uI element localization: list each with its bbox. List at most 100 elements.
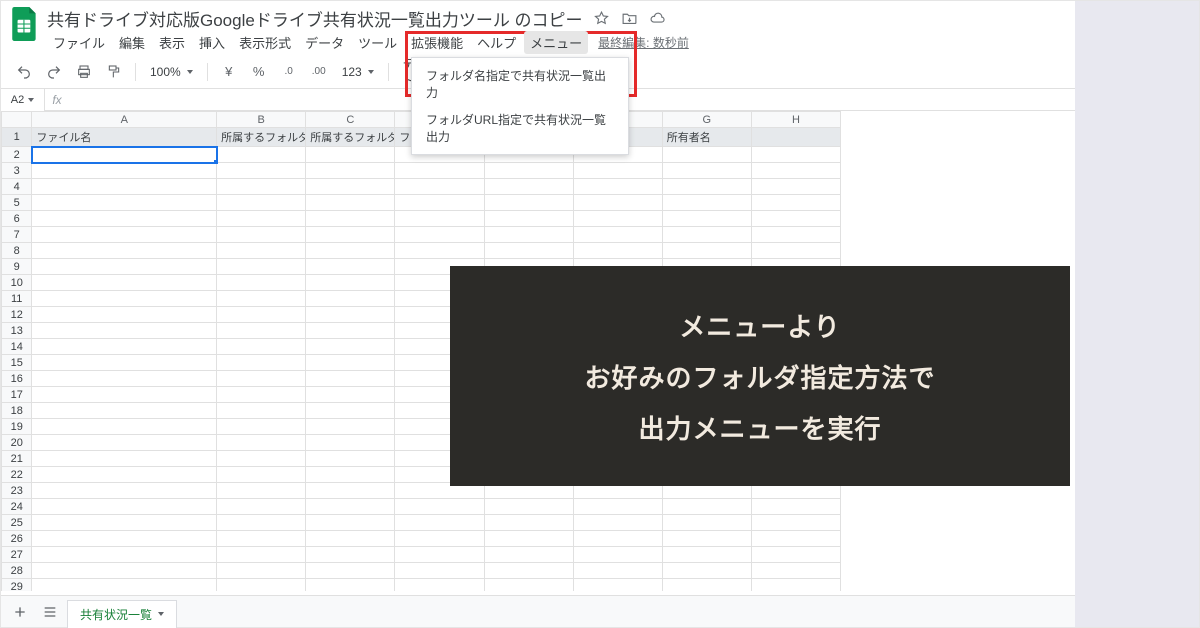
row-header[interactable]: 19 xyxy=(2,419,32,435)
cell[interactable] xyxy=(573,579,662,592)
menu-view[interactable]: 表示 xyxy=(153,31,191,54)
cell[interactable] xyxy=(573,563,662,579)
cell[interactable] xyxy=(662,515,751,531)
cell[interactable] xyxy=(306,275,395,291)
cell[interactable] xyxy=(751,531,840,547)
zoom-select[interactable]: 100% xyxy=(144,59,199,85)
cell[interactable] xyxy=(573,499,662,515)
cell[interactable] xyxy=(306,339,395,355)
cell[interactable] xyxy=(217,531,306,547)
cell[interactable] xyxy=(217,355,306,371)
cell[interactable] xyxy=(306,403,395,419)
cell[interactable] xyxy=(751,179,840,195)
cell[interactable] xyxy=(217,259,306,275)
row-header[interactable]: 23 xyxy=(2,483,32,499)
cell[interactable] xyxy=(751,227,840,243)
cell[interactable] xyxy=(306,371,395,387)
row-header[interactable]: 2 xyxy=(2,147,32,163)
add-sheet-button[interactable] xyxy=(7,599,33,625)
cell[interactable] xyxy=(217,483,306,499)
cell[interactable] xyxy=(306,467,395,483)
menu-insert[interactable]: 挿入 xyxy=(193,31,231,54)
cell[interactable] xyxy=(32,579,217,592)
cell[interactable] xyxy=(217,451,306,467)
cell[interactable] xyxy=(32,195,217,211)
doc-title[interactable]: 共有ドライブ対応版Googleドライブ共有状況一覧出力ツール のコピー xyxy=(47,6,583,31)
cell[interactable] xyxy=(32,179,217,195)
cell[interactable] xyxy=(306,563,395,579)
cell[interactable] xyxy=(751,211,840,227)
cell[interactable] xyxy=(484,211,573,227)
col-header[interactable]: G xyxy=(662,112,751,128)
menu-extensions[interactable]: 拡張機能 xyxy=(405,31,469,54)
cell[interactable] xyxy=(751,499,840,515)
cell[interactable] xyxy=(217,435,306,451)
cell[interactable] xyxy=(484,227,573,243)
cell[interactable] xyxy=(32,531,217,547)
cell[interactable] xyxy=(32,339,217,355)
cell[interactable] xyxy=(573,547,662,563)
dropdown-item-folder-name[interactable]: フォルダ名指定で共有状況一覧出力 xyxy=(412,62,628,106)
percent-button[interactable]: % xyxy=(246,59,272,85)
cell[interactable] xyxy=(306,531,395,547)
cell[interactable] xyxy=(662,195,751,211)
cell[interactable] xyxy=(306,355,395,371)
row-header[interactable]: 7 xyxy=(2,227,32,243)
star-icon[interactable] xyxy=(593,9,611,27)
cell[interactable] xyxy=(662,227,751,243)
cell[interactable] xyxy=(32,227,217,243)
cell[interactable] xyxy=(306,515,395,531)
cell[interactable] xyxy=(751,195,840,211)
row-header[interactable]: 27 xyxy=(2,547,32,563)
cell[interactable] xyxy=(217,275,306,291)
cell[interactable] xyxy=(217,163,306,179)
cell[interactable] xyxy=(751,147,840,163)
cell[interactable] xyxy=(217,515,306,531)
cell[interactable] xyxy=(217,227,306,243)
row-header[interactable]: 4 xyxy=(2,179,32,195)
cell[interactable] xyxy=(484,243,573,259)
cell[interactable] xyxy=(32,211,217,227)
cell[interactable] xyxy=(306,195,395,211)
cell[interactable] xyxy=(662,211,751,227)
cell[interactable] xyxy=(306,259,395,275)
cell[interactable] xyxy=(751,515,840,531)
undo-button[interactable] xyxy=(11,59,37,85)
cell[interactable] xyxy=(32,563,217,579)
cell[interactable] xyxy=(573,227,662,243)
print-button[interactable] xyxy=(71,59,97,85)
currency-yen-button[interactable]: ¥ xyxy=(216,59,242,85)
cell[interactable] xyxy=(217,179,306,195)
cloud-status-icon[interactable] xyxy=(649,9,667,27)
menu-format[interactable]: 表示形式 xyxy=(233,31,297,54)
cell[interactable] xyxy=(217,243,306,259)
row-header[interactable]: 25 xyxy=(2,515,32,531)
name-box[interactable]: A2 xyxy=(1,89,45,111)
row-header[interactable]: 20 xyxy=(2,435,32,451)
row-header[interactable]: 5 xyxy=(2,195,32,211)
cell[interactable] xyxy=(751,547,840,563)
cell[interactable]: ファイル名 xyxy=(32,128,217,147)
dec-decrease-button[interactable]: .0 xyxy=(276,59,302,85)
menu-custom-menu[interactable]: メニュー xyxy=(524,31,588,54)
row-header[interactable]: 17 xyxy=(2,387,32,403)
cell[interactable]: 所属するフォルダ名 xyxy=(217,128,306,147)
row-header[interactable]: 12 xyxy=(2,307,32,323)
select-all-corner[interactable] xyxy=(2,112,32,128)
cell[interactable] xyxy=(217,403,306,419)
cell[interactable] xyxy=(217,467,306,483)
cell[interactable] xyxy=(751,579,840,592)
cell[interactable] xyxy=(217,291,306,307)
cell[interactable] xyxy=(573,531,662,547)
menu-data[interactable]: データ xyxy=(299,31,350,54)
cell[interactable] xyxy=(306,291,395,307)
cell[interactable] xyxy=(32,163,217,179)
paint-format-button[interactable] xyxy=(101,59,127,85)
cell[interactable] xyxy=(32,371,217,387)
cell[interactable] xyxy=(32,403,217,419)
menu-edit[interactable]: 編集 xyxy=(113,31,151,54)
row-header[interactable]: 29 xyxy=(2,579,32,592)
row-header[interactable]: 16 xyxy=(2,371,32,387)
move-folder-icon[interactable] xyxy=(621,9,639,27)
row-header[interactable]: 24 xyxy=(2,499,32,515)
